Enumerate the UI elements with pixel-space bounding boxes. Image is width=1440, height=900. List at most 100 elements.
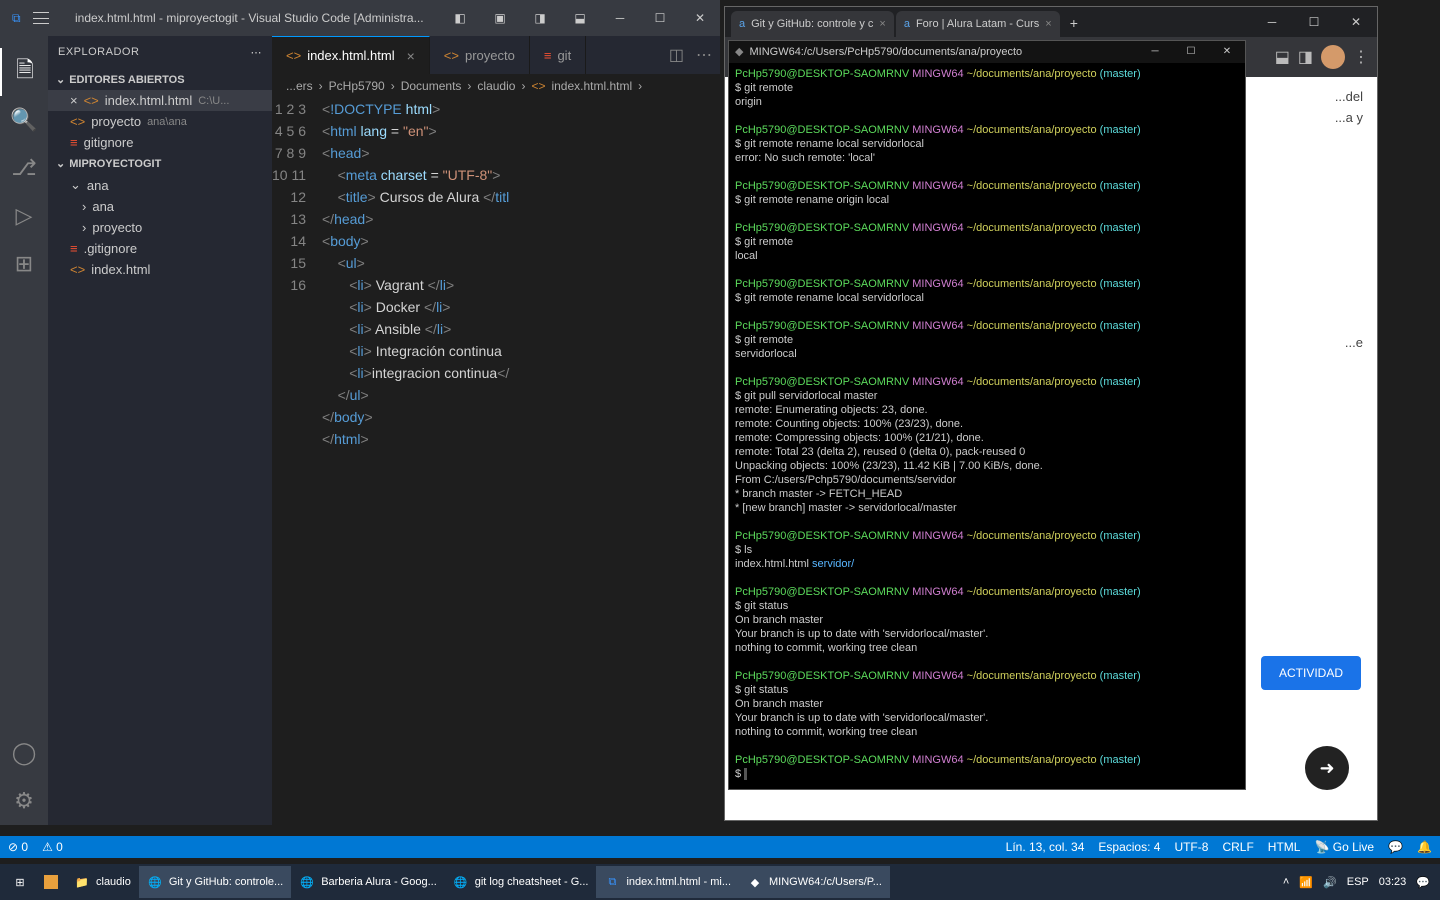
settings-icon[interactable]: ⚙	[0, 777, 48, 825]
file-item[interactable]: <> index.html	[48, 259, 272, 280]
menu-icon[interactable]: ⋮	[1353, 47, 1369, 67]
fab-button[interactable]: ➜	[1305, 746, 1349, 790]
extensions-icon[interactable]: ⊞	[0, 240, 48, 288]
layout-icon[interactable]: ⬓	[560, 0, 600, 36]
avatar[interactable]	[1321, 45, 1345, 69]
status-warnings[interactable]: ⚠ 0	[42, 840, 63, 854]
close-button[interactable]: ✕	[1335, 7, 1377, 37]
taskbar-app[interactable]	[36, 866, 66, 898]
tray-lang[interactable]: ESP	[1347, 876, 1369, 888]
source-control-icon[interactable]: ⎇	[0, 144, 48, 192]
chevron-down-icon: ⌄	[70, 177, 81, 193]
menu-button[interactable]	[33, 12, 49, 24]
close-icon[interactable]: ×	[70, 93, 78, 108]
code-text[interactable]: <!DOCTYPE html> <html lang = "en"> <head…	[322, 98, 720, 825]
extension-icon[interactable]: ⬓	[1275, 47, 1290, 67]
status-feedback-icon[interactable]: 💬	[1388, 840, 1403, 854]
more-icon[interactable]: ⋯	[251, 46, 263, 59]
tray-wifi-icon[interactable]: 📶	[1299, 876, 1313, 889]
editor-tab[interactable]: <> index.html.html ×	[272, 36, 430, 74]
close-button[interactable]: ✕	[1209, 41, 1245, 63]
chrome-tab[interactable]: a Git y GitHub: controle y c ×	[731, 11, 894, 37]
breadcrumb-item[interactable]: Documents	[401, 79, 462, 93]
breadcrumb-item[interactable]: PcHp5790	[329, 79, 385, 93]
side-panel-icon[interactable]: ◨	[1298, 47, 1313, 67]
tray-chevron-icon[interactable]: ˄	[1283, 876, 1289, 888]
status-golive[interactable]: 📡 Go Live	[1314, 840, 1374, 854]
folder-item[interactable]: › ana	[48, 196, 272, 217]
explorer-icon[interactable]: 🗎	[0, 48, 48, 96]
status-eol[interactable]: CRLF	[1222, 840, 1253, 854]
tray-time[interactable]: 03:23	[1379, 876, 1407, 888]
chevron-down-icon: ⌄	[56, 73, 65, 86]
status-encoding[interactable]: UTF-8	[1174, 840, 1208, 854]
status-errors[interactable]: ⊘ 0	[8, 840, 28, 854]
tab-label: git	[557, 48, 571, 63]
activity-button[interactable]: ACTIVIDAD	[1261, 656, 1361, 690]
status-spaces[interactable]: Espacios: 4	[1098, 840, 1160, 854]
taskbar-chrome[interactable]: 🌐git log cheatsheet - G...	[445, 866, 597, 898]
panel-left-icon[interactable]: ◧	[440, 0, 480, 36]
debug-icon[interactable]: ▷	[0, 192, 48, 240]
taskbar-folder[interactable]: 📁claudio	[66, 866, 139, 898]
status-position[interactable]: Lín. 13, col. 34	[1006, 840, 1085, 854]
editor-tab[interactable]: ≡ git	[530, 36, 586, 74]
taskbar-label: Barberia Alura - Goog...	[321, 876, 437, 888]
taskbar-gitbash[interactable]: ◆MINGW64:/c/Users/P...	[739, 866, 890, 898]
status-lang[interactable]: HTML	[1268, 840, 1301, 854]
chrome-tab[interactable]: a Foro | Alura Latam - Curs ×	[896, 11, 1060, 37]
term-body[interactable]: PcHp5790@DESKTOP-SAOMRNV MINGW64 ~/docum…	[729, 63, 1245, 789]
chevron-right-icon: ›	[82, 199, 86, 214]
file-hint: ana\ana	[147, 116, 187, 128]
folder-item[interactable]: ⌄ ana	[48, 174, 272, 196]
open-editor-item[interactable]: <> proyecto ana\ana	[48, 111, 272, 132]
taskbar-chrome[interactable]: 🌐Git y GitHub: controle...	[139, 866, 291, 898]
folder-name: ana	[92, 199, 114, 214]
folder-item[interactable]: › proyecto	[48, 217, 272, 238]
search-icon[interactable]: 🔍	[0, 96, 48, 144]
taskbar-vscode[interactable]: ⧉index.html.html - mi...	[596, 866, 739, 898]
file-item[interactable]: ≡ .gitignore	[48, 238, 272, 259]
close-button[interactable]: ✕	[680, 0, 720, 36]
breadcrumb-item[interactable]: ...ers	[286, 79, 313, 93]
minimize-button[interactable]: ─	[1137, 41, 1173, 63]
titlebar: ⧉ index.html.html - miproyectogit - Visu…	[0, 0, 720, 36]
breadcrumb-item[interactable]: claudio	[477, 79, 515, 93]
tray-notif-icon[interactable]: 💬	[1416, 876, 1430, 889]
code-area[interactable]: 1 2 3 4 5 6 7 8 9 10 11 12 13 14 15 16 <…	[272, 98, 720, 825]
status-bell-icon[interactable]: 🔔	[1417, 840, 1432, 854]
maximize-button[interactable]: ☐	[1293, 7, 1335, 37]
open-editor-item[interactable]: × <> index.html.html C:\U...	[48, 90, 272, 111]
project-section[interactable]: ⌄ MIPROYECTOGIT	[48, 153, 272, 174]
split-icon[interactable]: ◫	[669, 45, 684, 65]
breadcrumb[interactable]: ...ers › PcHp5790 › Documents › claudio …	[272, 74, 720, 98]
open-editor-item[interactable]: ≡ gitignore	[48, 132, 272, 153]
panel-right-icon[interactable]: ◨	[520, 0, 560, 36]
term-title: MINGW64:/c/Users/PcHp5790/documents/ana/…	[749, 45, 1022, 59]
more-icon[interactable]: ⋯	[696, 45, 712, 65]
close-icon[interactable]: ×	[1045, 18, 1051, 30]
favicon-icon: a	[904, 18, 910, 30]
vscode-logo-icon: ⧉	[12, 11, 21, 26]
activity-bar: 🗎 🔍 ⎇ ▷ ⊞ ◯ ⚙	[0, 36, 48, 825]
minimize-button[interactable]: ─	[1251, 7, 1293, 37]
breadcrumb-item[interactable]: index.html.html	[551, 79, 632, 93]
start-button[interactable]: ⊞	[4, 866, 36, 898]
git-icon: ≡	[70, 135, 78, 150]
new-tab-button[interactable]: +	[1062, 11, 1086, 37]
tray-volume-icon[interactable]: 🔊	[1323, 876, 1337, 889]
line-numbers: 1 2 3 4 5 6 7 8 9 10 11 12 13 14 15 16	[272, 98, 322, 825]
open-editors-section[interactable]: ⌄ EDITORES ABIERTOS	[48, 69, 272, 90]
account-icon[interactable]: ◯	[0, 729, 48, 777]
layout-buttons: ◧ ▣ ◨ ⬓	[440, 0, 600, 36]
close-icon[interactable]: ×	[879, 18, 885, 30]
html-icon: <>	[84, 93, 99, 108]
close-icon[interactable]: ×	[407, 48, 415, 64]
panel-bottom-icon[interactable]: ▣	[480, 0, 520, 36]
taskbar-chrome[interactable]: 🌐Barberia Alura - Goog...	[291, 866, 445, 898]
maximize-button[interactable]: ☐	[640, 0, 680, 36]
sidebar-header: EXPLORADOR ⋯	[48, 36, 272, 69]
minimize-button[interactable]: ─	[600, 0, 640, 36]
editor-tab[interactable]: <> proyecto	[430, 36, 530, 74]
maximize-button[interactable]: ☐	[1173, 41, 1209, 63]
